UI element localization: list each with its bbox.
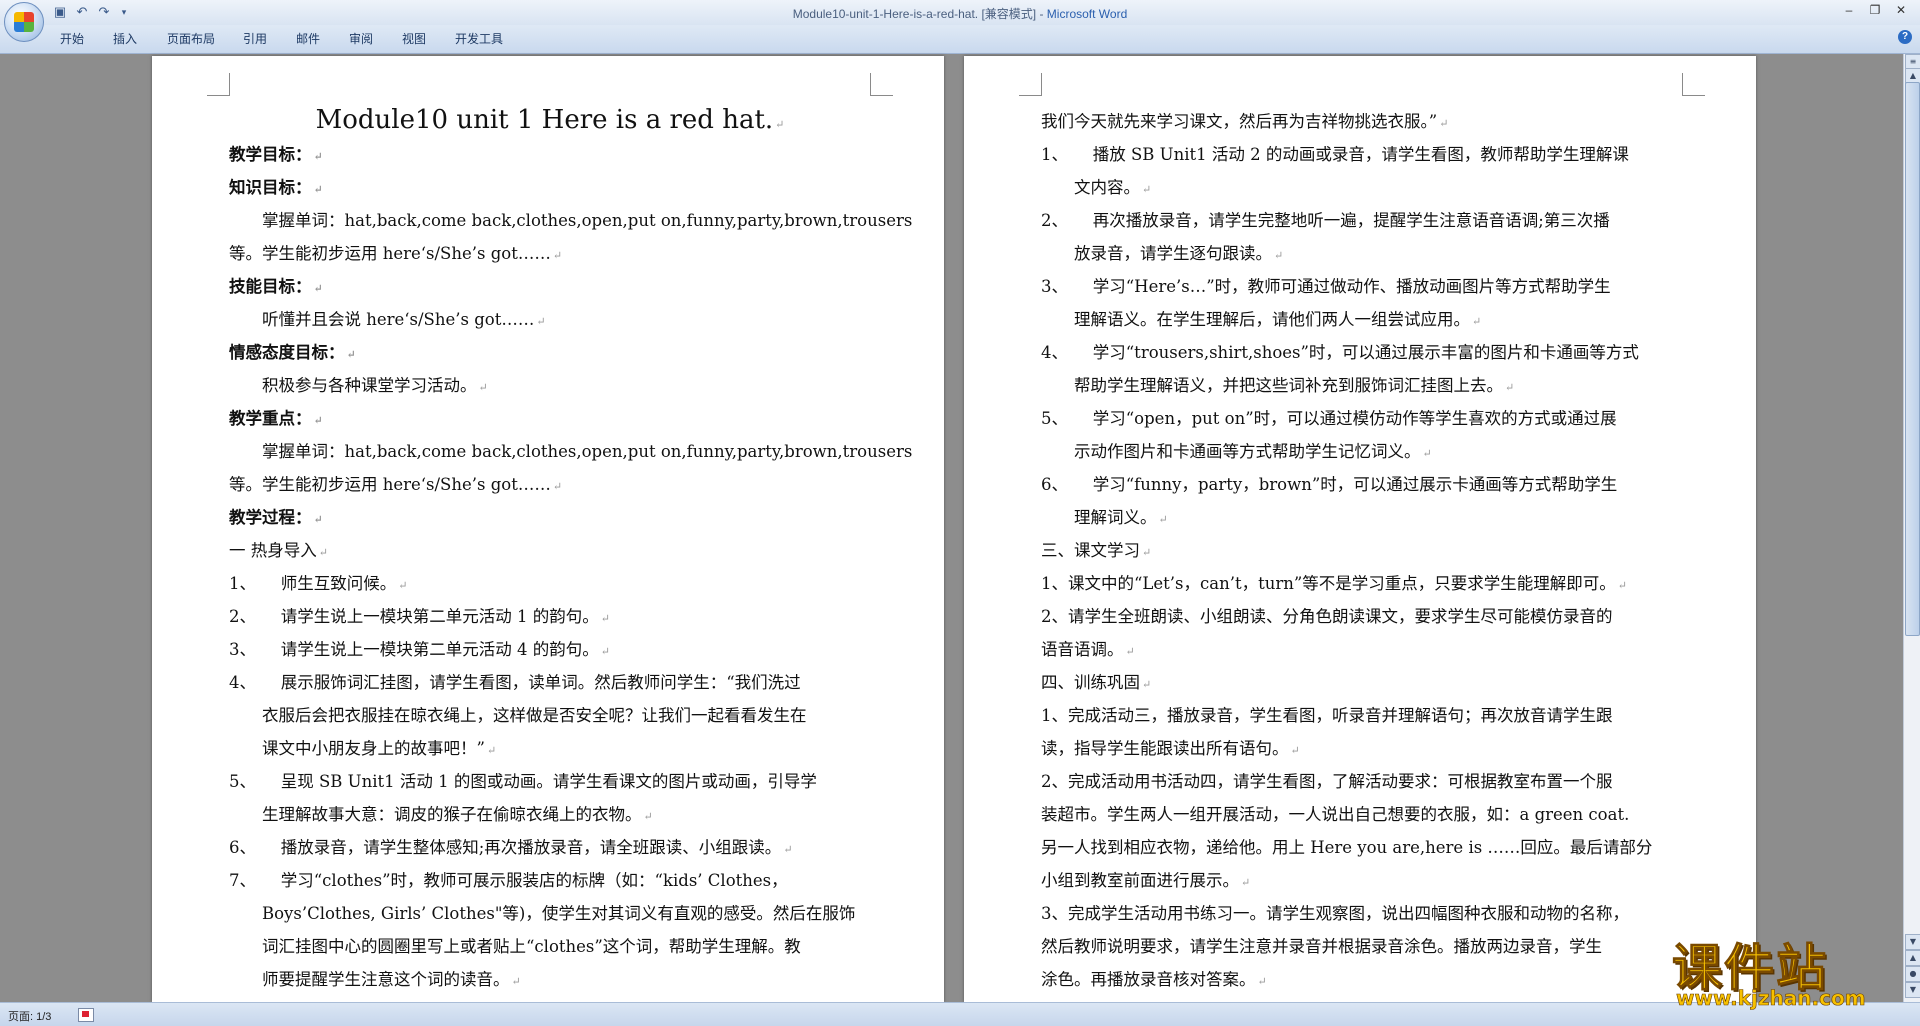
- tab-developer[interactable]: 开发工具: [455, 30, 503, 47]
- office-logo-icon: [14, 12, 34, 32]
- text-line: 2、请学生全班朗读、小组朗读、分角色朗读课文，要求学生尽可能模仿录音的: [1041, 607, 1613, 626]
- document-title: Module10 unit 1 Here is a red hat.: [315, 105, 774, 135]
- text-line: 1、 播放 SB Unit1 活动 2 的动画或录音，请学生看图，教师帮助学生理…: [1041, 145, 1629, 164]
- text-line: 课文中小朋友身上的故事吧！”: [229, 739, 485, 758]
- text-line: 示动作图片和卡通画等方式帮助学生记忆词义。: [1041, 442, 1421, 461]
- text-line: 我们今天就先来学习课文，然后再为吉祥物挑选衣服。”: [1041, 112, 1438, 131]
- text-line: 帮助学生理解语义，并把这些词补充到服饰词汇挂图上去。: [1041, 376, 1503, 395]
- text-line: 文内容。: [1041, 178, 1140, 197]
- text-line: 等。学生能初步运用 here‘s/She’s got……: [229, 244, 551, 263]
- maximize-icon[interactable]: ❐: [1862, 3, 1888, 17]
- text-line: 情感态度目标：: [229, 343, 345, 362]
- text-line: 1、课文中的“Let’s，can’t，turn”等不是学习重点，只要求学生能理解…: [1041, 574, 1616, 593]
- text-line: 4、 学习“trousers,shirt,shoes”时，可以通过展示丰富的图片…: [1041, 343, 1639, 362]
- text-line: 2、 再次播放录音，请学生完整地听一遍，提醒学生注意语音语调;第三次播: [1041, 211, 1610, 230]
- vertical-scrollbar[interactable]: ≡ ▲ ▼ ▲ ● ▼: [1903, 54, 1920, 1002]
- crop-mark: [870, 73, 893, 96]
- text-line: 教学过程：: [229, 508, 312, 527]
- crop-mark: [1019, 73, 1042, 96]
- text-line: 放录音，请学生逐句跟读。: [1041, 244, 1272, 263]
- text-line: 生理解故事大意：调皮的猴子在偷晾衣绳上的衣物。: [229, 805, 642, 824]
- text-line: 装超市。学生两人一组开展活动，一人说出自己想要的衣服，如：a green coa…: [1041, 805, 1630, 824]
- text-line: 理解语义。在学生理解后，请他们两人一组尝试应用。: [1041, 310, 1470, 329]
- text-line: Boys’Clothes, Girls’ Clothes"等)，使学生对其词义有…: [229, 904, 856, 923]
- scrollbar-thumb[interactable]: [1905, 82, 1920, 636]
- window-controls: – ❐ ✕: [1836, 3, 1914, 17]
- tab-home[interactable]: 开始: [60, 30, 84, 47]
- page-count-status[interactable]: 页面: 1/3: [8, 1008, 51, 1024]
- status-bar: 页面: 1/3: [0, 1002, 1920, 1026]
- text-line: 衣服后会把衣服挂在晾衣绳上，这样做是否安全呢？让我们一起看看发生在: [229, 706, 807, 725]
- window-title: Module10-unit-1-Here-is-a-red-hat. [兼容模式…: [0, 5, 1920, 22]
- text-line: 5、 呈现 SB Unit1 活动 1 的图或动画。请学生看课文的图片或动画，引…: [229, 772, 817, 791]
- text-line: 听懂并且会说 here‘s/She’s got……: [229, 310, 535, 329]
- text-line: 教学重点：: [229, 409, 312, 428]
- crop-mark: [1682, 73, 1705, 96]
- text-line: 等。学生能初步运用 here‘s/She’s got……: [229, 475, 551, 494]
- crop-mark: [207, 73, 230, 96]
- text-line: 5、 学习“open，put on”时，可以通过模仿动作等学生喜欢的方式或通过展: [1041, 409, 1617, 428]
- text-line: 涂色。再播放录音核对答案。: [1041, 970, 1256, 989]
- text-line: 技能目标：: [229, 277, 312, 296]
- text-line: 1、 师生互致问候。: [229, 574, 397, 593]
- text-line: 2、 请学生说上一模块第二单元活动 1 的韵句。: [229, 607, 599, 626]
- tab-view[interactable]: 视图: [402, 30, 426, 47]
- text-line: 1、完成活动三，播放录音，学生看图，听录音并理解语句；再次放音请学生跟: [1041, 706, 1613, 725]
- page-right[interactable]: 我们今天就先来学习课文，然后再为吉祥物挑选衣服。” ↵ 1、 播放 SB Unit…: [964, 56, 1756, 1002]
- text-line: 小组到教室前面进行展示。: [1041, 871, 1239, 890]
- text-line: 四、训练巩固: [1041, 673, 1140, 692]
- app-name: Microsoft Word: [1046, 7, 1128, 21]
- text-line: 理解词义。: [1041, 508, 1157, 527]
- text-line: 4、 展示服饰词汇挂图，请学生看图，读单词。然后教师问学生：“我们洗过: [229, 673, 801, 692]
- ribbon-tabs: 开始 插入 页面布局 引用 邮件 审阅 视图 开发工具 ?: [0, 25, 1920, 54]
- text-line: 掌握单词：hat,back,come back,clothes,open,put…: [229, 211, 913, 230]
- document-area: Module10 unit 1 Here is a red hat. ↵ 教学目标…: [0, 54, 1904, 1002]
- text-line: 3、 请学生说上一模块第二单元活动 4 的韵句。: [229, 640, 599, 659]
- watermark-logo: 课件站 www.kjzhan.com: [1672, 928, 1912, 1011]
- text-line: 师要提醒学生注意这个词的读音。: [229, 970, 510, 989]
- minimize-icon[interactable]: –: [1836, 3, 1862, 17]
- text-line: 积极参与各种课堂学习活动。: [229, 376, 477, 395]
- proofing-icon[interactable]: [78, 1008, 94, 1022]
- text-line: 语音语调。: [1041, 640, 1124, 659]
- text-line: 教学目标：: [229, 145, 312, 164]
- text-line: 3、 学习“Here’s…”时，教师可通过做动作、播放动画图片等方式帮助学生: [1041, 277, 1611, 296]
- help-icon[interactable]: ?: [1898, 30, 1912, 44]
- text-line: 6、 播放录音，请学生整体感知;再次播放录音，请全班跟读、小组跟读。: [229, 838, 782, 857]
- office-button[interactable]: [4, 2, 44, 42]
- text-line: 知识目标：: [229, 178, 312, 197]
- text-line: 然后教师说明要求，请学生注意并录音并根据录音涂色。播放两边录音，学生: [1041, 937, 1602, 956]
- watermark-url: www.kjzhan.com: [1676, 986, 1866, 1011]
- document-name: Module10-unit-1-Here-is-a-red-hat. [兼容模式…: [792, 7, 1047, 21]
- tab-review[interactable]: 审阅: [349, 30, 373, 47]
- tab-references[interactable]: 引用: [243, 30, 267, 47]
- text-line: 7、 学习“clothes”时，教师可展示服装店的标牌（如：“kids’ Clo…: [229, 871, 788, 890]
- text-line: 另一人找到相应衣物，递给他。用上 Here you are,here is ………: [1041, 838, 1653, 857]
- text-line: 读，指导学生能跟读出所有语句。: [1041, 739, 1289, 758]
- tab-insert[interactable]: 插入: [113, 30, 137, 47]
- text-line: 一 热身导入: [229, 541, 317, 560]
- tab-mailings[interactable]: 邮件: [296, 30, 320, 47]
- close-icon[interactable]: ✕: [1888, 3, 1914, 17]
- text-line: 2、完成活动用书活动四，请学生看图，了解活动要求：可根据教室布置一个服: [1041, 772, 1613, 791]
- text-line: 词汇挂图中心的圆圈里写上或者贴上“clothes”这个词，帮助学生理解。教: [229, 937, 801, 956]
- title-bar: ▣ ↶ ↷ ▾ Module10-unit-1-Here-is-a-red-ha…: [0, 0, 1920, 42]
- page-left[interactable]: Module10 unit 1 Here is a red hat. ↵ 教学目标…: [152, 56, 944, 1002]
- text-line: 6、 学习“funny，party，brown”时，可以通过展示卡通画等方式帮助…: [1041, 475, 1618, 494]
- text-line: 3、完成学生活动用书练习一。请学生观察图，说出四幅图种衣服和动物的名称，: [1041, 904, 1629, 923]
- text-line: 三、课文学习: [1041, 541, 1140, 560]
- text-line: 掌握单词：hat,back,come back,clothes,open,put…: [229, 442, 913, 461]
- tab-page-layout[interactable]: 页面布局: [167, 30, 215, 47]
